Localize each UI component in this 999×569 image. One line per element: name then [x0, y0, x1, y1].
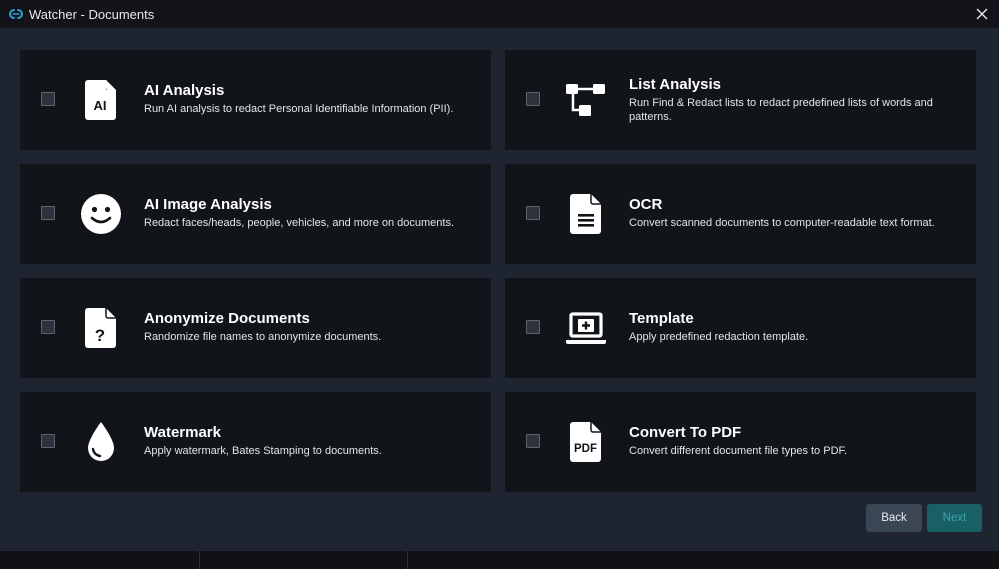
close-button[interactable] [971, 3, 993, 25]
option-card-watermark[interactable]: Watermark Apply watermark, Bates Stampin… [20, 392, 491, 492]
text-document-icon [565, 193, 607, 235]
ocr-title: OCR [629, 196, 663, 213]
option-card-ocr[interactable]: OCR Convert scanned documents to compute… [505, 164, 976, 264]
question-document-icon: ? [80, 307, 122, 349]
ai-analysis-checkbox[interactable] [41, 92, 55, 106]
smiley-face-icon [80, 193, 122, 235]
template-checkbox[interactable] [526, 320, 540, 334]
ocr-description: Convert scanned documents to computer-re… [629, 217, 935, 229]
option-card-ai-analysis[interactable]: AI AI Analysis Run AI analysis to redact… [20, 50, 491, 150]
ai-analysis-description: Run AI analysis to redact Personal Ident… [144, 103, 454, 115]
flowchart-icon [565, 79, 607, 121]
ai-analysis-title: AI Analysis [144, 82, 225, 99]
svg-text:?: ? [95, 326, 105, 345]
svg-text:AI: AI [94, 98, 107, 113]
option-card-template[interactable]: Template Apply predefined redaction temp… [505, 278, 976, 378]
window-title: Watcher - Documents [29, 6, 155, 22]
convert-to-pdf-checkbox[interactable] [526, 434, 540, 448]
bottom-strip [0, 551, 999, 569]
anonymize-documents-title: Anonymize Documents [144, 310, 310, 327]
water-drop-icon [80, 421, 122, 463]
next-button[interactable]: Next [927, 504, 982, 532]
convert-to-pdf-description: Convert different document file types to… [629, 445, 848, 457]
ai-image-analysis-title: AI Image Analysis [144, 196, 272, 213]
bottom-strip-segment [407, 551, 409, 569]
back-button[interactable]: Back [866, 504, 922, 532]
option-card-ai-image-analysis[interactable]: AI Image Analysis Redact faces/heads, pe… [20, 164, 491, 264]
convert-to-pdf-title: Convert To PDF [629, 424, 742, 441]
list-analysis-title: List Analysis [629, 76, 721, 93]
template-title: Template [629, 310, 694, 327]
ocr-checkbox[interactable] [526, 206, 540, 220]
list-analysis-description: Run Find & Redact lists to redact predef… [629, 97, 933, 123]
option-card-anonymize-documents[interactable]: ? Anonymize Documents Randomize file nam… [20, 278, 491, 378]
ai-document-icon: AI [80, 79, 122, 121]
watcher-logo-icon [8, 6, 24, 22]
title-bar: Watcher - Documents [0, 0, 999, 28]
watermark-description: Apply watermark, Bates Stamping to docum… [144, 445, 382, 457]
template-description: Apply predefined redaction template. [629, 331, 809, 343]
list-analysis-checkbox[interactable] [526, 92, 540, 106]
anonymize-documents-description: Randomize file names to anonymize docume… [144, 331, 382, 343]
pdf-document-icon: PDF [565, 421, 607, 463]
option-card-convert-to-pdf[interactable]: PDF Convert To PDF Convert different doc… [505, 392, 976, 492]
close-icon [976, 8, 988, 20]
svg-text:PDF: PDF [574, 443, 597, 455]
option-card-list-analysis[interactable]: List Analysis Run Find & Redact lists to… [505, 50, 976, 150]
bottom-strip-segment [199, 551, 407, 569]
laptop-plus-icon [565, 307, 607, 349]
watermark-checkbox[interactable] [41, 434, 55, 448]
ai-image-analysis-description: Redact faces/heads, people, vehicles, an… [144, 217, 455, 229]
ai-image-analysis-checkbox[interactable] [41, 206, 55, 220]
anonymize-documents-checkbox[interactable] [41, 320, 55, 334]
watermark-title: Watermark [144, 424, 221, 441]
